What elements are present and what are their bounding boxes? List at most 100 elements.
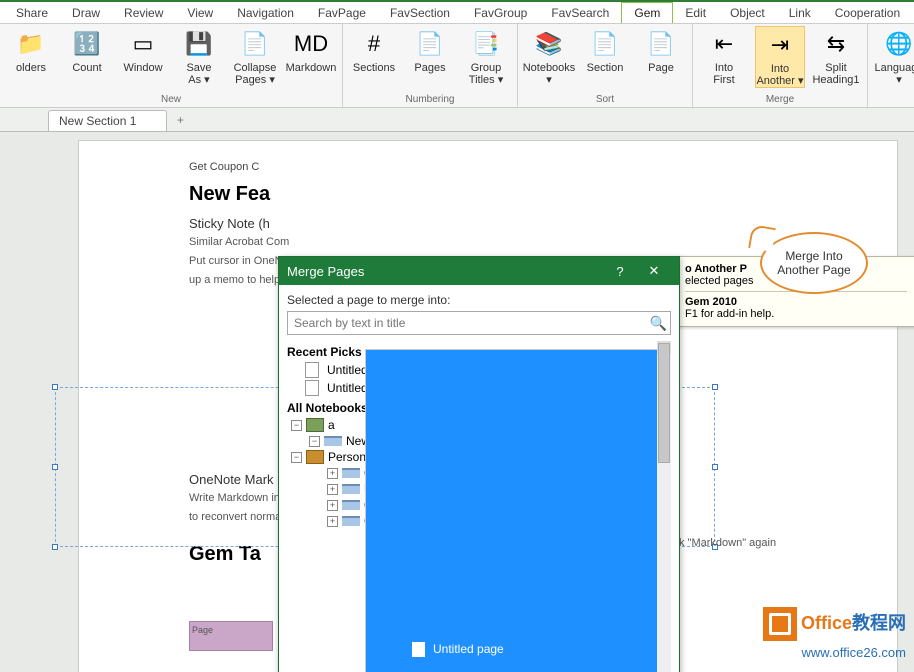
group-merge: ⇤IntoFirst⇥IntoAnother ▾⇆SplitHeading1 M…	[693, 24, 868, 107]
merge-into[interactable]: ⇤IntoFirst	[699, 26, 749, 88]
expand-icon[interactable]: −	[309, 436, 320, 447]
ribbon-icon: 📄	[645, 28, 677, 60]
sort-page[interactable]: 📄 Page	[636, 26, 686, 86]
new-collapse[interactable]: 📄CollapsePages ▾	[230, 26, 280, 86]
language-button[interactable]: 🌐Language ▾	[874, 26, 914, 86]
ribbon-label: Notebooks ▾	[523, 62, 576, 86]
ribbon-icon: 🔢	[71, 28, 103, 60]
page-icon	[305, 380, 319, 396]
new-count[interactable]: 🔢 Count	[62, 26, 112, 86]
expand-icon[interactable]: −	[291, 420, 302, 431]
ribbon-icon: 📄	[589, 28, 621, 60]
notebook-icon	[306, 450, 324, 464]
menu-tab-view[interactable]: View	[175, 3, 225, 23]
coupon-text: Get Coupon C	[189, 161, 867, 173]
sort-section[interactable]: 📄 Section	[580, 26, 630, 86]
ribbon-icon: 📁	[15, 28, 47, 60]
tree-scrollpane[interactable]: Recent PicksUntitled page(a/New Section …	[287, 341, 671, 672]
menu-tab-favsearch[interactable]: FavSearch	[539, 3, 621, 23]
section-icon	[324, 436, 342, 446]
ribbon-icon: 📑	[470, 28, 502, 60]
menu-tab-navigation[interactable]: Navigation	[225, 3, 306, 23]
menu-tab-favsection[interactable]: FavSection	[378, 3, 462, 23]
new-markdown[interactable]: MDMarkdown	[286, 26, 336, 86]
dialog-close-button[interactable]: ✕	[637, 257, 671, 285]
scrollbar-track[interactable]: ▴ ▾	[657, 341, 671, 672]
scrollbar-thumb[interactable]	[658, 343, 670, 463]
expand-icon[interactable]: +	[327, 484, 338, 495]
dialog-titlebar[interactable]: Merge Pages ? ✕	[279, 257, 679, 285]
numbering-sections[interactable]: # Sections	[349, 26, 399, 86]
menu-tab-favpage[interactable]: FavPage	[306, 3, 378, 23]
ribbon-label: SaveAs ▾	[186, 62, 211, 86]
new-olders[interactable]: 📁olders	[6, 26, 56, 86]
group-label-new: New	[161, 93, 181, 107]
watermark-icon	[763, 607, 797, 641]
expand-icon[interactable]: +	[327, 500, 338, 511]
expand-icon[interactable]: −	[291, 452, 302, 463]
group-label-sort: Sort	[596, 93, 614, 107]
expand-icon[interactable]: +	[327, 516, 338, 527]
menu-tab-gem[interactable]: Gem	[621, 2, 673, 23]
ribbon-label: Window	[123, 62, 162, 74]
search-icon[interactable]: 🔍	[650, 315, 667, 332]
menu-tab-edit[interactable]: Edit	[673, 3, 718, 23]
menu-tab-cooperation[interactable]: Cooperation	[823, 3, 912, 23]
group-label-numbering: Numbering	[406, 93, 455, 107]
section-icon	[342, 516, 360, 526]
page-tile: Page	[189, 621, 273, 651]
sort-notebooks[interactable]: 📚Notebooks ▾	[524, 26, 574, 86]
dialog-title: Merge Pages	[287, 264, 364, 279]
ribbon-label: Count	[72, 62, 101, 74]
frag-md: k "Markdown" again	[679, 537, 776, 549]
workspace: Get Coupon C New Fea Sticky Note (h Simi…	[0, 132, 914, 672]
dialog-hint: Selected a page to merge into:	[287, 293, 671, 307]
merge-pages-dialog: Merge Pages ? ✕ Selected a page to merge…	[278, 256, 680, 672]
merge-into[interactable]: ⇥IntoAnother ▾	[755, 26, 805, 88]
ribbon-label: IntoAnother ▾	[756, 63, 803, 87]
page-icon	[305, 362, 319, 378]
group-new: 📁olders 🔢 Count ▭ Window 💾SaveAs ▾📄CollapsePa…	[0, 24, 343, 107]
ribbon-label: GroupTitles ▾	[469, 62, 503, 86]
merge-split[interactable]: ⇆SplitHeading1	[811, 26, 861, 88]
menu-tab-link[interactable]: Link	[777, 3, 823, 23]
section-icon	[342, 500, 360, 510]
callout-text: Merge Into Another Page	[760, 232, 868, 294]
heading-new-features: New Fea	[189, 183, 867, 206]
group-numbering: #Sections📄Pages📑GroupTitles ▾ Numbering	[343, 24, 518, 107]
numbering-group[interactable]: 📑GroupTitles ▾	[461, 26, 511, 86]
ribbon-label: SplitHeading1	[812, 62, 859, 86]
watermark: Office教程网 www.office26.com	[763, 607, 906, 662]
menu-tab-draw[interactable]: Draw	[60, 3, 112, 23]
section-icon	[342, 468, 360, 478]
ribbon-icon: 📄	[414, 28, 446, 60]
ribbon-icon: MD	[295, 28, 327, 60]
menu-tab-review[interactable]: Review	[112, 3, 175, 23]
ribbon-icon: #	[358, 28, 390, 60]
ribbon-label: IntoFirst	[713, 62, 734, 86]
section-tab-bar: New Section 1 +	[0, 108, 914, 132]
menu-tab-object[interactable]: Object	[718, 3, 777, 23]
tree-page[interactable]: Untitled page	[365, 349, 671, 672]
ribbon-label: Section	[587, 62, 624, 74]
ribbon-label: Sections	[353, 62, 395, 74]
new-window[interactable]: ▭ Window	[118, 26, 168, 86]
ribbon-icon: ⇆	[820, 28, 852, 60]
dialog-help-button[interactable]: ?	[603, 257, 637, 285]
tooltip-product: Gem 2010	[685, 296, 737, 308]
search-input[interactable]	[287, 311, 671, 335]
ribbon-icon: ▭	[127, 28, 159, 60]
menu-tab-favgroup[interactable]: FavGroup	[462, 3, 539, 23]
page-icon	[412, 642, 425, 657]
ribbon-label: Page	[648, 62, 674, 74]
group-language: 🌐Language ▾	[868, 24, 914, 107]
menu-tab-share[interactable]: Share	[4, 3, 60, 23]
watermark-url: www.office26.com	[801, 645, 906, 660]
numbering-pages[interactable]: 📄Pages	[405, 26, 455, 86]
ribbon-icon: 📄	[239, 28, 271, 60]
expand-icon[interactable]: +	[327, 468, 338, 479]
add-section-button[interactable]: +	[171, 113, 189, 131]
section-icon	[342, 484, 360, 494]
section-tab[interactable]: New Section 1	[48, 110, 167, 131]
new-save[interactable]: 💾SaveAs ▾	[174, 26, 224, 86]
